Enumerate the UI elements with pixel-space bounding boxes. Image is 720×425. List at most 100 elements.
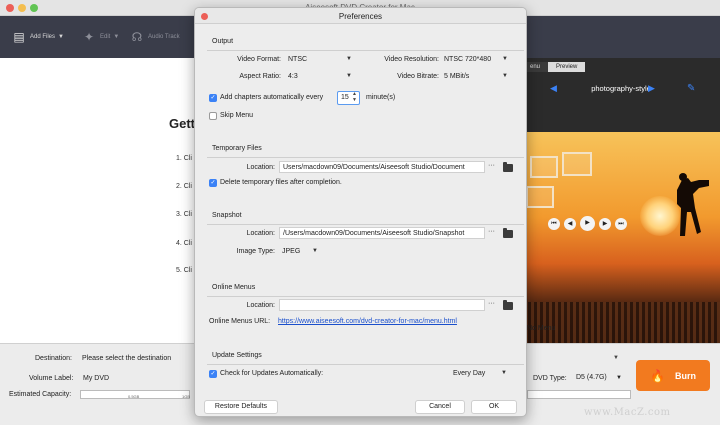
- preview-tabs: enu Preview: [522, 62, 586, 72]
- chevron-down-icon: ▼: [58, 34, 64, 40]
- chevron-down-icon: ▼: [312, 248, 318, 254]
- online-menus-url-label: Online Menus URL:: [209, 318, 271, 325]
- edit-button[interactable]: ✦ Edit ▼: [82, 26, 119, 48]
- folder-icon[interactable]: [503, 228, 513, 238]
- restore-defaults-button[interactable]: Restore Defaults: [204, 400, 278, 414]
- aspect-ratio-label: Aspect Ratio:: [239, 73, 281, 80]
- step-3: 3. Cli: [176, 211, 192, 218]
- chevron-down-icon: ▼: [502, 56, 508, 62]
- chevron-down-icon: ▼: [501, 370, 507, 376]
- update-frequency-select[interactable]: Every Day ▼: [450, 368, 510, 379]
- divider: [207, 224, 524, 225]
- flame-icon: 🔥: [650, 368, 665, 383]
- divider: [207, 50, 524, 51]
- aspect-ratio-select[interactable]: 4:3 ▼: [285, 71, 355, 82]
- capacity-label: Estimated Capacity:: [9, 391, 72, 398]
- dialog-title: Preferences: [338, 12, 383, 21]
- step-2: 2. Cli: [176, 183, 192, 190]
- headphones-icon: ☊: [131, 30, 143, 44]
- chevron-down-icon[interactable]: ▼: [613, 355, 619, 361]
- dvd-type-label: DVD Type:: [533, 375, 567, 382]
- tab-preview[interactable]: Preview: [548, 62, 586, 72]
- add-chapters-label: Add chapters automatically every: [220, 94, 324, 101]
- snapshot-section-title: Snapshot: [212, 212, 242, 219]
- shore-texture: [522, 302, 720, 344]
- minutes-unit-label: minute(s): [366, 94, 396, 101]
- image-type-select[interactable]: JPEG ▼: [279, 246, 321, 257]
- cancel-button[interactable]: Cancel: [415, 400, 465, 414]
- add-files-button[interactable]: ▤ Add Files ▼: [12, 26, 64, 48]
- divider: [207, 364, 524, 365]
- chevron-down-icon: ▼: [502, 73, 508, 79]
- check-updates-checkbox[interactable]: ✓: [209, 370, 217, 378]
- step-1: 1. Cli: [176, 155, 192, 162]
- next-theme-icon[interactable]: ▶: [648, 83, 655, 94]
- browse-more-icon[interactable]: ···: [488, 300, 495, 307]
- watermark: www.MacZ.com: [584, 407, 671, 418]
- video-bitrate-value: 5 MBit/s: [444, 73, 470, 80]
- chapter-minutes-stepper[interactable]: 15 ▲ ▼: [337, 91, 360, 105]
- burn-button[interactable]: 🔥 Burn: [636, 360, 710, 391]
- update-frequency-value: Every Day: [453, 370, 486, 377]
- capacity-tick: 1GB: [182, 394, 191, 399]
- video-resolution-label: Video Resolution:: [384, 56, 439, 63]
- check-updates-label: Check for Updates Automatically:: [220, 370, 324, 377]
- ok-button[interactable]: OK: [471, 400, 517, 414]
- chevron-down-icon: ▼: [113, 34, 120, 40]
- divider: [207, 157, 524, 158]
- no-menu-label[interactable]: No Menu: [527, 325, 555, 332]
- chevron-down-icon: ▼: [346, 56, 352, 62]
- delete-temp-label: Delete temporary files after completion.: [220, 179, 342, 186]
- video-format-value: NTSC: [288, 56, 308, 63]
- play-icon[interactable]: ▶: [580, 216, 595, 231]
- video-bitrate-label: Video Bitrate:: [397, 73, 439, 80]
- chapter-minutes-value: 15: [341, 94, 349, 101]
- divider: [207, 296, 524, 297]
- temp-location-field[interactable]: Users/macdown09/Documents/Aiseesoft Stud…: [279, 161, 485, 173]
- image-type-label: Image Type:: [236, 248, 275, 255]
- magic-wand-icon: ✦: [83, 30, 95, 44]
- video-bitrate-select[interactable]: 5 MBit/s ▼: [441, 71, 511, 82]
- rewind-icon[interactable]: ◀: [564, 218, 576, 230]
- output-section-title: Output: [212, 38, 234, 45]
- folder-icon[interactable]: [503, 300, 513, 310]
- online-menus-section-title: Online Menus: [212, 284, 256, 291]
- update-settings-section-title: Update Settings: [212, 352, 262, 359]
- snapshot-location-label: Location:: [246, 230, 275, 237]
- stepper-arrows-icon[interactable]: ▲ ▼: [352, 91, 357, 103]
- temporary-files-section-title: Temporary Files: [212, 145, 262, 152]
- video-format-select[interactable]: NTSC ▼: [285, 54, 355, 65]
- destination-select[interactable]: Please select the destination: [82, 355, 171, 362]
- browse-more-icon[interactable]: ···: [488, 228, 495, 235]
- audio-track-label: Audio Track: [148, 34, 180, 40]
- video-resolution-select[interactable]: NTSC 720*480 ▼: [441, 54, 511, 65]
- thumbnail-frame: [530, 156, 558, 178]
- skip-back-icon[interactable]: ⏮: [548, 218, 560, 230]
- audio-track-button[interactable]: ☊ Audio Track: [130, 26, 180, 48]
- online-menus-url-link[interactable]: https://www.aiseesoft.com/dvd-creator-fo…: [278, 318, 457, 325]
- aspect-ratio-value: 4:3: [288, 73, 298, 80]
- edit-menu-icon[interactable]: ✎: [687, 83, 695, 94]
- volume-label-input[interactable]: My DVD: [83, 375, 109, 382]
- folder-icon[interactable]: [503, 162, 513, 172]
- theme-nav: ◀ photography-style ▶ ✎: [522, 82, 720, 96]
- image-type-value: JPEG: [282, 248, 301, 255]
- dialog-title-bar: Preferences: [195, 8, 526, 24]
- online-location-field[interactable]: [279, 299, 485, 311]
- skip-forward-icon[interactable]: ⏭: [615, 218, 627, 230]
- add-chapters-checkbox[interactable]: ✓: [209, 94, 217, 102]
- step-4: 4. Cli: [176, 240, 192, 247]
- skip-menu-label: Skip Menu: [220, 112, 254, 119]
- skip-menu-checkbox[interactable]: [209, 112, 217, 120]
- forward-icon[interactable]: ▶: [599, 218, 611, 230]
- dvd-type-select[interactable]: D5 (4.7G) ▼: [572, 372, 624, 384]
- edit-label: Edit: [100, 34, 111, 40]
- menu-preview-image: ⏮ ◀ ▶ ▶ ⏭: [522, 132, 720, 344]
- video-resolution-value: NTSC 720*480: [444, 56, 492, 63]
- browse-more-icon[interactable]: ···: [488, 162, 495, 169]
- snapshot-location-field[interactable]: /Users/macdown09/Documents/Aiseesoft Stu…: [279, 227, 485, 239]
- dvd-type-value: D5 (4.7G): [576, 374, 607, 381]
- delete-temp-checkbox[interactable]: ✓: [209, 179, 217, 187]
- add-files-label: Add Files: [30, 34, 56, 40]
- thumbnail-frame: [526, 186, 554, 208]
